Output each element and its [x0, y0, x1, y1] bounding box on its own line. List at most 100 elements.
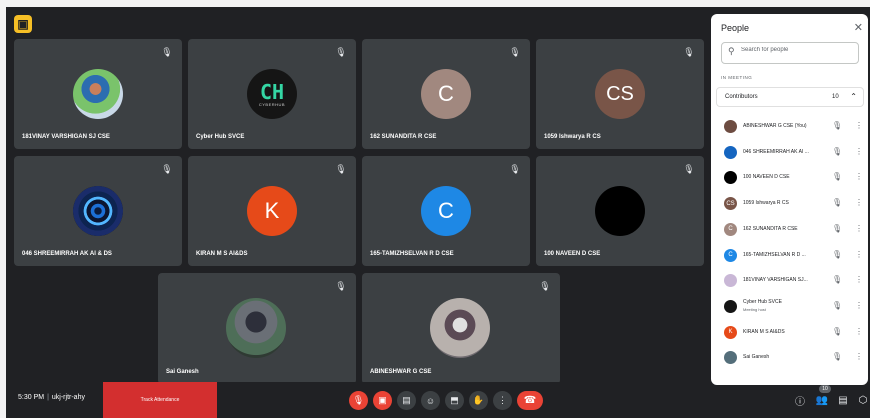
people-search[interactable]: ⚲: [721, 42, 859, 64]
participant-name: KIRAN M S AI&DS: [743, 328, 785, 335]
participant-row[interactable]: Sai Ganesh 🎙 ⋮: [716, 345, 864, 370]
participant-row[interactable]: 181VINAY VARSHIGAN SJ... 🎙 ⋮: [716, 268, 864, 293]
search-input[interactable]: [741, 47, 851, 53]
more-vert-icon[interactable]: ⋮: [855, 147, 863, 156]
avatar-initial: CS: [606, 82, 634, 105]
participant-avatar: K: [247, 186, 297, 236]
participant-row[interactable]: CS 1059 Ishwarya R CS 🎙 ⋮: [716, 191, 864, 216]
people-icon[interactable]: 👥: [814, 392, 830, 408]
mic-muted-icon[interactable]: 🎙: [832, 250, 842, 259]
participant-name: Sai Ganesh: [743, 354, 770, 361]
mic-off-icon: 🎙: [352, 395, 365, 405]
participant-avatar: CS: [724, 197, 737, 211]
more-vert-icon[interactable]: ⋮: [855, 275, 863, 284]
participant-avatar: [724, 145, 737, 159]
activities-icon[interactable]: ⬡: [855, 392, 870, 408]
more-vert-icon[interactable]: ⋮: [855, 224, 863, 233]
participant-tile[interactable]: 🎙 K KIRAN M S AI&DS: [188, 156, 356, 266]
participant-tile[interactable]: 🎙 Sai Ganesh: [158, 273, 356, 384]
cyberhub-logo: CH CYBERHUB: [247, 69, 297, 119]
mic-muted-icon[interactable]: 🎙: [832, 224, 842, 233]
track-attendance-button[interactable]: Track Attendance: [103, 382, 217, 418]
mic-muted-icon[interactable]: 🎙: [832, 147, 842, 156]
participant-tile[interactable]: 🎙 ABINESHWAR G CSE: [362, 273, 560, 384]
participant-photo: [73, 69, 123, 119]
captions-button[interactable]: ▤: [397, 391, 416, 410]
avatar-initial: K: [264, 198, 280, 223]
group-label: Contributors: [725, 94, 758, 100]
avatar-initial: C: [438, 81, 454, 106]
mic-toggle-button[interactable]: 🎙: [349, 391, 368, 410]
current-time: 5:30 PM: [18, 394, 45, 401]
mic-muted-icon[interactable]: 🎙: [832, 327, 842, 336]
participant-name: 165-TAMIZHSELVAN R D CSE: [370, 251, 454, 257]
participant-tile[interactable]: 🎙 CS 1059 Ishwarya R CS: [536, 39, 704, 149]
participant-row[interactable]: C 165-TAMIZHSELVAN R D ... 🎙 ⋮: [716, 243, 864, 268]
end-call-icon: ☎: [523, 395, 537, 406]
more-vert-icon[interactable]: ⋮: [855, 172, 863, 181]
mic-muted-icon: 🎙: [509, 163, 521, 174]
participant-row[interactable]: 100 NAVEEN D CSE 🎙 ⋮: [716, 165, 864, 190]
info-icon[interactable]: ⓘ: [792, 392, 808, 408]
avatar-initial: K: [728, 329, 733, 336]
participant-name: Cyber Hub SVCE: [743, 298, 782, 305]
more-vert-icon[interactable]: ⋮: [855, 250, 863, 259]
mic-muted-icon[interactable]: 🎙: [832, 352, 842, 361]
raise-hand-button[interactable]: ✋: [469, 391, 488, 410]
participant-avatar: [595, 186, 645, 236]
participant-name: 046 SHREEMIRRAH AK AI & DS: [22, 251, 112, 257]
more-vert-icon[interactable]: ⋮: [855, 327, 863, 336]
emoji-button[interactable]: ☺: [421, 391, 440, 410]
chat-icon[interactable]: ▤: [835, 392, 851, 408]
mic-muted-icon[interactable]: 🎙: [832, 275, 842, 284]
participant-name: 162 SUNANDITA R CSE: [370, 134, 437, 140]
people-panel: People ✕ ⚲ IN MEETING Contributors 10 ⌃ …: [711, 14, 868, 385]
mic-muted-icon[interactable]: 🎙: [832, 198, 842, 207]
mic-muted-icon: 🎙: [335, 163, 347, 174]
participant-tile[interactable]: 🎙 CH CYBERHUB Cyber Hub SVCE: [188, 39, 356, 149]
mic-muted-icon[interactable]: 🎙: [832, 301, 842, 310]
more-vert-icon[interactable]: ⋮: [855, 121, 863, 130]
participant-name: Sai Ganesh: [166, 369, 199, 375]
camera-toggle-button[interactable]: ▣: [373, 391, 392, 410]
participant-avatar: CS: [595, 69, 645, 119]
participant-avatar: [724, 171, 737, 185]
participant-tile[interactable]: 🎙 181VINAY VARSHIGAN SJ CSE: [14, 39, 182, 149]
end-call-button[interactable]: ☎: [517, 391, 543, 410]
meeting-clock: 5:30 PM | ukj-rjtr-ahy: [18, 394, 85, 401]
more-vert-icon[interactable]: ⋮: [855, 198, 863, 207]
close-icon[interactable]: ✕: [854, 21, 863, 34]
participant-avatar: [724, 274, 737, 288]
participant-row[interactable]: 046 SHREEMIRRAH AK AI ... 🎙 ⋮: [716, 140, 864, 165]
participant-row[interactable]: K KIRAN M S AI&DS 🎙 ⋮: [716, 320, 864, 345]
more-vert-icon[interactable]: ⋮: [855, 352, 863, 361]
captions-icon: ▤: [402, 395, 411, 405]
participant-tile[interactable]: 🎙 C 165-TAMIZHSELVAN R D CSE: [362, 156, 530, 266]
present-button[interactable]: ⬒: [445, 391, 464, 410]
participant-avatar: [724, 299, 737, 313]
mic-muted-icon: 🎙: [509, 46, 521, 57]
participant-name: 100 NAVEEN D CSE: [544, 251, 601, 257]
app-logo-icon[interactable]: ▣: [14, 15, 32, 33]
participant-tile[interactable]: 🎙 046 SHREEMIRRAH AK AI & DS: [14, 156, 182, 266]
mic-muted-icon[interactable]: 🎙: [832, 172, 842, 181]
participant-name: KIRAN M S AI&DS: [196, 251, 248, 257]
participant-name: 046 SHREEMIRRAH AK AI ...: [743, 148, 809, 155]
participant-row[interactable]: Cyber Hub SVCE Meeting host 🎙 ⋮: [716, 294, 864, 319]
contributors-group[interactable]: Contributors 10 ⌃: [716, 87, 864, 107]
participant-tile[interactable]: 🎙 C 162 SUNANDITA R CSE: [362, 39, 530, 149]
more-vert-icon[interactable]: ⋮: [855, 301, 863, 310]
mic-muted-icon[interactable]: 🎙: [832, 121, 842, 130]
cyberhub-logo-sub: CYBERHUB: [258, 101, 286, 107]
participant-tile[interactable]: 🎙 100 NAVEEN D CSE: [536, 156, 704, 266]
more-options-button[interactable]: ⋮: [493, 391, 512, 410]
participant-photo: [430, 298, 490, 358]
participant-name: ABINESHWAR G CSE: [370, 369, 432, 375]
participant-row[interactable]: C 162 SUNANDITA R CSE 🎙 ⋮: [716, 217, 864, 242]
participant-name: 181VINAY VARSHIGAN SJ...: [743, 277, 808, 284]
separator: |: [47, 394, 49, 401]
participant-name: 100 NAVEEN D CSE: [743, 174, 790, 181]
panel-title: People: [721, 23, 750, 33]
participant-row[interactable]: ABINESHWAR G CSE (You) 🎙 ⋮: [716, 114, 864, 139]
participant-avatar: K: [724, 325, 737, 339]
